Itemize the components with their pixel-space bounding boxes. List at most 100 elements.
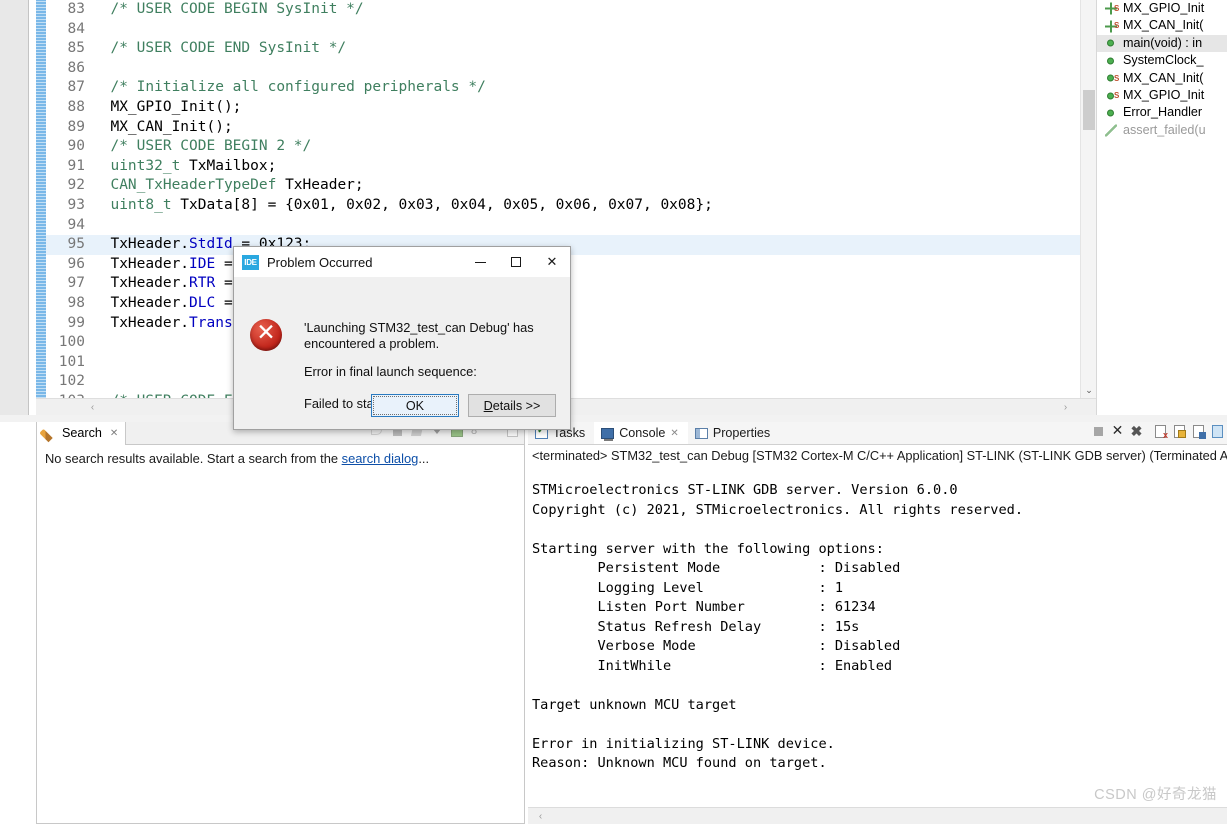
code-line[interactable]: 101 <box>46 353 1096 373</box>
line-number: 84 <box>67 20 85 37</box>
pin-console-icon[interactable] <box>1191 424 1206 439</box>
code-token: TxHeader. <box>93 294 190 311</box>
outline-item[interactable]: main(void) : in <box>1097 34 1227 53</box>
code-line[interactable]: 87 /* Initialize all configured peripher… <box>46 78 1096 98</box>
outline-item[interactable]: S MX_GPIO_Init <box>1097 0 1227 17</box>
maximize-button[interactable] <box>498 247 534 277</box>
code-token: /* USER CODE BEGIN SysInit */ <box>93 1 364 17</box>
outline-item-label: MX_CAN_Init( <box>1123 70 1204 85</box>
dialog-button-row: OK Details >> <box>371 394 556 417</box>
code-token: TxHeader. <box>93 236 190 253</box>
display-selected-console-icon[interactable] <box>1210 424 1225 439</box>
code-line[interactable]: 89 MX_CAN_Init(); <box>46 118 1096 138</box>
line-number: 88 <box>67 98 85 115</box>
clear-console-icon[interactable] <box>1153 424 1168 440</box>
editor-left-edge <box>0 0 36 824</box>
code-line[interactable]: 97 TxHeader.RTR = <box>46 274 1096 294</box>
dialog-title-bar[interactable]: IDE Problem Occurred ✕ <box>234 247 570 277</box>
outline-item[interactable]: assert_failed(u <box>1097 122 1227 139</box>
tab-search[interactable]: Search ✕ <box>37 422 127 445</box>
minimize-button[interactable] <box>462 247 498 277</box>
code-line[interactable]: 99 TxHeader.Transm <box>46 314 1096 334</box>
search-dialog-link[interactable]: search dialog <box>342 451 419 466</box>
code-line[interactable]: 84 <box>46 20 1096 40</box>
code-line[interactable]: 88 MX_GPIO_Init(); <box>46 98 1096 118</box>
code-line[interactable]: 90 /* USER CODE BEGIN 2 */ <box>46 137 1096 157</box>
code-line[interactable]: 85 /* USER CODE END SysInit */ <box>46 39 1096 59</box>
code-line[interactable]: 98 TxHeader.DLC = <box>46 294 1096 314</box>
tab-console[interactable]: Console ✕ <box>594 422 688 444</box>
editor-scroll-right-icon[interactable]: › <box>1057 399 1074 415</box>
code-line[interactable]: 92 CAN_TxHeaderTypeDef TxHeader; <box>46 176 1096 196</box>
console-toolbar[interactable]: ✕ ✖ <box>1091 424 1227 440</box>
close-icon[interactable]: ✕ <box>670 428 678 439</box>
code-line[interactable]: 95 TxHeader.StdId = 0x123; <box>46 235 1096 255</box>
search-view: Search ✕ 8 No search results available. … <box>36 422 525 824</box>
search-pin-icon <box>39 427 57 442</box>
code-line[interactable]: 83 /* USER CODE BEGIN SysInit */ <box>46 0 1096 20</box>
tab-label: Console <box>619 426 666 440</box>
terminate-icon[interactable] <box>1091 424 1106 439</box>
ok-button[interactable]: OK <box>371 394 459 417</box>
outline-item[interactable]: Error_Handler <box>1097 104 1227 121</box>
code-line[interactable]: 93 uint8_t TxData[8] = {0x01, 0x02, 0x03… <box>46 196 1096 216</box>
remove-launch-icon[interactable]: ✕ <box>1110 424 1125 439</box>
line-number: 89 <box>67 118 85 135</box>
line-number: 97 <box>67 275 85 292</box>
code-line[interactable]: 102 <box>46 372 1096 392</box>
line-number: 85 <box>67 40 85 57</box>
code-line[interactable]: 91 uint32_t TxMailbox; <box>46 157 1096 177</box>
outline-item[interactable]: SystemClock_ <box>1097 52 1227 69</box>
outline-item-label: main(void) : in <box>1123 35 1203 50</box>
close-icon[interactable]: ✕ <box>110 422 118 445</box>
horizontal-splitter[interactable] <box>0 415 1227 422</box>
watermark: CSDN @好奇龙猫 <box>1094 787 1217 803</box>
editor-scroll-down-icon[interactable]: ⌄ <box>1081 382 1096 398</box>
outline-item[interactable]: S MX_CAN_Init( <box>1097 17 1227 34</box>
code-line[interactable]: 100 <box>46 333 1096 353</box>
editor-vscroll-thumb[interactable] <box>1083 90 1095 130</box>
console-tab-bar: TasksConsole✕Properties ✕ ✖ <box>528 422 1227 445</box>
outline-view[interactable]: S MX_GPIO_Init S MX_CAN_Init(main(void) : i… <box>1096 0 1227 415</box>
code-line[interactable]: 94 <box>46 216 1096 236</box>
line-number: 93 <box>67 196 85 213</box>
tab-label: Properties <box>712 426 771 440</box>
line-number: 96 <box>67 255 85 272</box>
console-scroll-left-icon[interactable]: ‹ <box>532 808 549 824</box>
code-text-area[interactable]: 83 /* USER CODE BEGIN SysInit */84 85 /* … <box>46 0 1096 409</box>
problem-occurred-dialog[interactable]: IDE Problem Occurred ✕ ✕ 'Launching STM3… <box>233 246 571 430</box>
code-token: TxMailbox; <box>180 157 277 174</box>
code-token: CAN_TxHeaderTypeDef <box>110 177 277 194</box>
code-token: = <box>215 275 233 292</box>
line-number: 86 <box>67 59 85 76</box>
tab-properties[interactable]: Properties <box>688 422 779 444</box>
line-number: 92 <box>67 177 85 194</box>
outline-item-list[interactable]: S MX_GPIO_Init S MX_CAN_Init(main(void) : i… <box>1097 0 1227 139</box>
code-token: TxHeader. <box>93 275 190 292</box>
close-button[interactable]: ✕ <box>534 247 570 277</box>
scroll-lock-icon[interactable] <box>1172 424 1187 439</box>
code-token: StdId <box>189 236 233 253</box>
editor-scroll-left-icon[interactable]: ‹ <box>84 399 101 415</box>
code-line[interactable]: 96 TxHeader.IDE = <box>46 255 1096 275</box>
outline-item[interactable]: S MX_GPIO_Init <box>1097 87 1227 104</box>
remove-all-terminated-icon[interactable]: ✖ <box>1129 424 1144 439</box>
search-message-suffix: ... <box>418 451 430 466</box>
code-token: TxData[8] = {0x01, 0x02, 0x03, 0x04, 0x0… <box>171 196 713 213</box>
line-number: 91 <box>67 157 85 174</box>
error-icon: ✕ <box>250 319 282 351</box>
ide-window: 83 /* USER CODE BEGIN SysInit */84 85 /* … <box>0 0 1227 824</box>
method-green-icon <box>1104 37 1117 50</box>
details-button[interactable]: Details >> <box>468 394 556 417</box>
outline-item[interactable]: S MX_CAN_Init( <box>1097 70 1227 87</box>
code-line[interactable]: 86 <box>46 59 1096 79</box>
editor-vertical-scrollbar[interactable]: ⌄ <box>1080 0 1096 398</box>
console-horizontal-scrollbar[interactable]: ‹ <box>528 807 1227 824</box>
line-number: 102 <box>58 373 85 390</box>
console-output-text[interactable]: STMicroelectronics ST-LINK GDB server. V… <box>528 467 1227 807</box>
code-token: TxHeader. <box>93 314 190 331</box>
code-token: uint32_t <box>110 157 181 174</box>
